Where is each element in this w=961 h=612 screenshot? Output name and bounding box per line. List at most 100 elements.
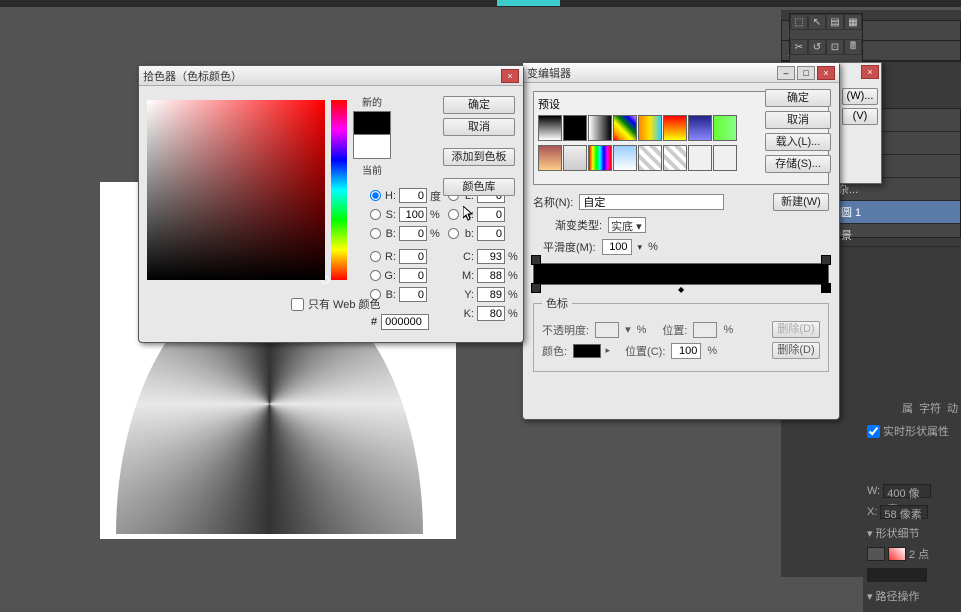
tab[interactable]: 字符 [919, 400, 941, 416]
preset-swatch[interactable] [638, 145, 662, 171]
close-icon[interactable]: × [861, 65, 879, 79]
b-radio[interactable] [448, 228, 459, 239]
tab[interactable]: 属 [902, 400, 913, 416]
y-input[interactable] [477, 287, 505, 302]
preset-swatch[interactable] [588, 145, 612, 171]
preset-swatch[interactable] [688, 145, 712, 171]
add-swatch-button[interactable]: 添加到色板 [443, 148, 515, 166]
tool-icon[interactable]: ↺ [808, 39, 826, 55]
hex-input[interactable] [381, 314, 429, 330]
new-button[interactable]: 新建(W) [773, 193, 829, 211]
b2-input[interactable] [477, 226, 505, 241]
tool-icon[interactable]: ▦ [844, 14, 862, 30]
tool-icon[interactable]: 🖩 [844, 39, 862, 55]
w-input[interactable]: 400 像素 [883, 484, 931, 498]
preset-swatch[interactable] [713, 145, 737, 171]
h-radio[interactable] [370, 190, 381, 201]
fill-swatch[interactable] [867, 547, 885, 561]
color-stop[interactable] [531, 283, 541, 293]
h-input[interactable] [399, 188, 427, 203]
name-label: 名称(N): [533, 194, 573, 210]
preset-swatch[interactable] [538, 115, 562, 141]
delete-button[interactable]: 删除(D) [772, 321, 820, 338]
preset-swatch[interactable] [588, 115, 612, 141]
gradient-editor-dialog: 变编辑器 – □ × 预设 ⚙ 名称(N): 新建(W) 渐变类型: 实底 ▾ … [522, 62, 840, 420]
side-button[interactable]: (W)... [842, 88, 878, 105]
load-button[interactable]: 载入(L)... [765, 133, 831, 151]
midpoint-icon[interactable]: ◆ [678, 285, 684, 294]
x-input[interactable]: 58 像素 [880, 505, 928, 519]
hidden-dialog: × (W)... (V) [838, 62, 882, 184]
preset-swatch[interactable] [713, 115, 737, 141]
preset-swatch[interactable] [563, 115, 587, 141]
tool-icon[interactable]: ⊡ [826, 39, 844, 55]
preset-swatch[interactable] [638, 115, 662, 141]
side-button[interactable]: (V) [842, 108, 878, 125]
tool-icon[interactable]: ↖ [808, 14, 826, 30]
preset-swatch[interactable] [663, 145, 687, 171]
preset-swatch[interactable] [613, 115, 637, 141]
s-input[interactable] [399, 207, 427, 222]
cancel-button[interactable]: 取消 [765, 111, 831, 129]
mini-toolbar: ⬚ ↖ ▤ ▦ ✂ ↺ ⊡ 🖩 [789, 13, 863, 65]
g-radio[interactable] [370, 270, 381, 281]
ok-button[interactable]: 确定 [765, 89, 831, 107]
stops-legend: 色标 [542, 295, 572, 311]
titlebar[interactable]: 拾色器（色标颜色） × [139, 66, 523, 86]
a-input[interactable] [477, 207, 505, 222]
preset-swatch[interactable] [613, 145, 637, 171]
gradient-bar[interactable]: ◆ [533, 263, 829, 285]
delete-button[interactable]: 删除(D) [772, 342, 820, 359]
color-label: 颜色: [542, 343, 567, 359]
opacity-stop[interactable] [821, 255, 831, 265]
hue-strip[interactable] [331, 100, 347, 280]
tool-icon[interactable]: ✂ [790, 39, 808, 55]
color-libs-button[interactable]: 颜色库 [443, 178, 515, 196]
save-button[interactable]: 存储(S)... [765, 155, 831, 173]
tool-icon[interactable]: ⬚ [790, 14, 808, 30]
color-stop[interactable] [821, 283, 831, 293]
opacity-input[interactable] [595, 322, 619, 338]
color-pos-input[interactable] [671, 343, 701, 359]
b-radio[interactable] [370, 228, 381, 239]
stroke-style[interactable] [867, 568, 927, 582]
a-radio[interactable] [448, 209, 459, 220]
smooth-input[interactable] [602, 239, 632, 255]
preset-swatch[interactable] [563, 145, 587, 171]
k-input[interactable] [477, 306, 505, 321]
web-only-checkbox[interactable] [291, 298, 304, 311]
preset-swatch[interactable] [663, 115, 687, 141]
color-picker-dialog: 拾色器（色标颜色） × 新的 当前 H:度 S:% B:% R: G: B: L… [138, 65, 524, 343]
tool-icon[interactable]: ▤ [826, 14, 844, 30]
opacity-stop[interactable] [531, 255, 541, 265]
c-input[interactable] [477, 249, 505, 264]
g-input[interactable] [399, 268, 427, 283]
live-shape-check[interactable] [867, 425, 880, 438]
gradient-name-input[interactable] [579, 194, 724, 210]
tab[interactable]: 动 [947, 400, 958, 416]
opacity-pos-input[interactable] [693, 322, 717, 338]
saturation-value-field[interactable] [147, 100, 325, 280]
stroke-swatch[interactable] [888, 547, 906, 561]
minimize-icon[interactable]: – [777, 66, 795, 80]
s-radio[interactable] [370, 209, 381, 220]
titlebar[interactable]: 变编辑器 – □ × [523, 63, 839, 83]
color-cursor[interactable] [321, 276, 329, 284]
ok-button[interactable]: 确定 [443, 96, 515, 114]
close-icon[interactable]: × [817, 66, 835, 80]
maximize-icon[interactable]: □ [797, 66, 815, 80]
m-input[interactable] [477, 268, 505, 283]
bc-input[interactable] [399, 287, 427, 302]
close-icon[interactable]: × [501, 69, 519, 83]
bv-input[interactable] [399, 226, 427, 241]
hex-label: # [371, 316, 377, 328]
cancel-button[interactable]: 取消 [443, 118, 515, 136]
preset-swatch[interactable] [538, 145, 562, 171]
r-input[interactable] [399, 249, 427, 264]
top-bar [0, 0, 961, 7]
new-label: 新的 [362, 94, 382, 109]
color-swatch[interactable] [573, 344, 601, 358]
type-select[interactable]: 实底 ▾ [608, 217, 646, 233]
r-radio[interactable] [370, 251, 381, 262]
preset-swatch[interactable] [688, 115, 712, 141]
